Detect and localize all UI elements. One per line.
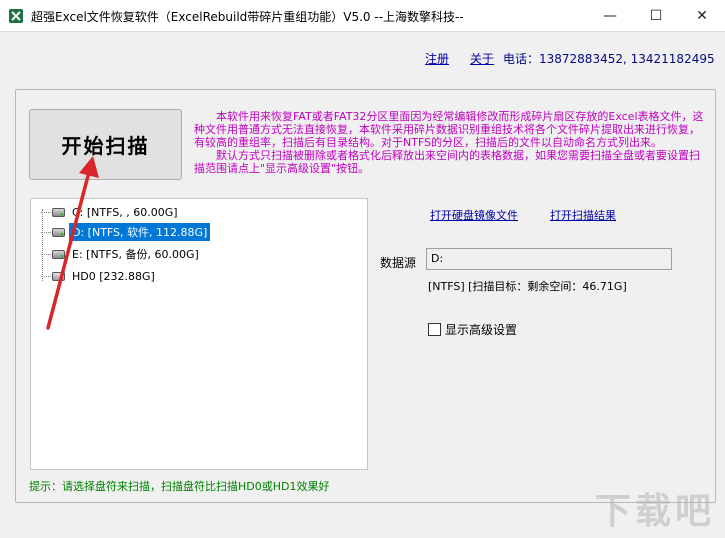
drive-icon [52, 207, 65, 217]
title-bar: 超强Excel文件恢复软件（ExcelRebuild带碎片重组功能）V5.0 -… [0, 0, 725, 32]
hard-disk-icon [52, 271, 65, 281]
drive-tree[interactable]: C: [NTFS, , 60.00G] D: [NTFS, 软件, 112.88… [30, 198, 368, 470]
drive-item-label: E: [NTFS, 备份, 60.00G] [72, 248, 199, 261]
maximize-button[interactable]: ☐ [633, 0, 679, 31]
advanced-settings-checkbox[interactable]: 显示高级设置 [428, 321, 517, 338]
description-paragraph-2: 默认方式只扫描被删除或者格式化后释放出来空间内的表格数据，如果您需要扫描全盘或者… [194, 149, 700, 175]
drive-item-hd0[interactable]: HD0 [232.88G] [41, 267, 158, 285]
drive-item-label: D: [NTFS, 软件, 112.88G] [69, 223, 211, 241]
header-links: 注册 关于 电话：13872883452, 13421182495 [0, 50, 725, 66]
drive-item-label: HD0 [232.88G] [72, 269, 155, 283]
drive-item-d[interactable]: D: [NTFS, 软件, 112.88G] [41, 223, 211, 241]
description-paragraph-1: 本软件用来恢复FAT或者FAT32分区里面因为经常编辑修改而形成碎片扇区存放的E… [194, 110, 704, 149]
hint-text: 提示：请选择盘符来扫描，扫描盘符比扫描HD0或HD1效果好 [29, 480, 330, 493]
drive-icon [52, 227, 65, 237]
open-scan-result-link[interactable]: 打开扫描结果 [550, 207, 616, 223]
data-source-field: D: [426, 248, 672, 270]
drive-item-e[interactable]: E: [NTFS, 备份, 60.00G] [41, 245, 202, 263]
window-title: 超强Excel文件恢复软件（ExcelRebuild带碎片重组功能）V5.0 -… [31, 10, 464, 24]
drive-item-label: C: [NTFS, , 60.00G] [72, 205, 178, 219]
data-source-info: [NTFS] [扫描目标：剩余空间：46.71G] [428, 280, 627, 293]
start-scan-button[interactable]: 开始扫描 [29, 109, 182, 180]
checkbox-box[interactable] [428, 323, 441, 336]
register-link[interactable]: 注册 [425, 50, 449, 67]
open-disk-image-link[interactable]: 打开硬盘镜像文件 [430, 207, 518, 223]
drive-icon [52, 249, 65, 259]
description-text: 本软件用来恢复FAT或者FAT32分区里面因为经常编辑修改而形成碎片扇区存放的E… [194, 110, 704, 175]
data-source-label: 数据源 [380, 256, 417, 270]
excel-app-icon [9, 9, 23, 23]
close-button[interactable]: ✕ [679, 0, 725, 31]
phone-text: 电话：13872883452, 13421182495 [503, 52, 715, 66]
watermark: 下载吧 [595, 491, 716, 532]
about-link[interactable]: 关于 [470, 50, 494, 67]
advanced-settings-label: 显示高级设置 [445, 323, 518, 337]
minimize-button[interactable]: — [587, 0, 633, 31]
drive-item-c[interactable]: C: [NTFS, , 60.00G] [41, 203, 181, 221]
